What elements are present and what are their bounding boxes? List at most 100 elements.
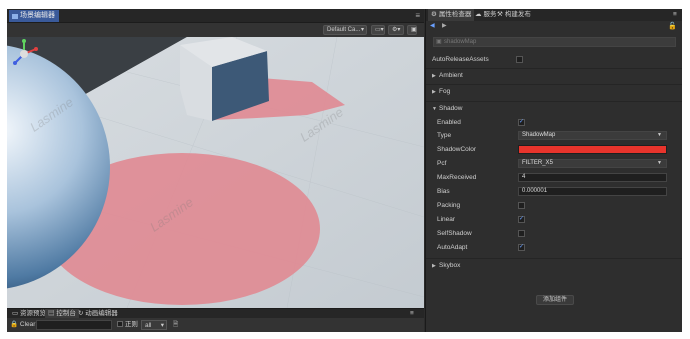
document-icon[interactable]: 🗎 xyxy=(173,320,178,330)
camera-select[interactable]: Default Ca... ▾ xyxy=(323,25,367,35)
section-title: Fog xyxy=(439,88,451,95)
view-mode-button[interactable]: ▭▾ xyxy=(371,25,385,35)
console-search-input[interactable] xyxy=(36,320,112,330)
auto-release-checkbox[interactable] xyxy=(516,56,523,63)
packing-checkbox[interactable] xyxy=(518,202,525,209)
component-name-value: shadowMap xyxy=(444,39,477,45)
type-select[interactable]: ShadowMap ▼ xyxy=(518,131,667,140)
pcf-select[interactable]: FILTER_X5 ▼ xyxy=(518,159,667,168)
inspector-panel: ⚙ 属性检查器 ☁ 服务 ⚒ 构建发布 ≡ ◀ ▶ 🔓 ▣ shadowMap … xyxy=(425,9,682,332)
console-icon: ▤ xyxy=(48,310,55,317)
bias-row: Bias 0.000001 xyxy=(426,185,682,199)
regex-checkbox[interactable] xyxy=(117,321,123,328)
packing-row: Packing xyxy=(426,199,682,213)
tab-label: 属性检查器 xyxy=(438,11,472,18)
clear-button[interactable]: 🔒 Clear xyxy=(10,320,35,330)
scene-menu-icon[interactable]: ≡ xyxy=(415,11,420,21)
max-received-row: MaxReceived 4 xyxy=(426,171,682,185)
type-label: Type xyxy=(437,132,452,139)
linear-label: Linear xyxy=(437,216,456,223)
bias-label: Bias xyxy=(437,188,450,195)
pcf-label: Pcf xyxy=(437,160,447,167)
chevron-down-icon: ▾ xyxy=(160,322,164,329)
chevron-right-icon: ▶ xyxy=(432,89,436,95)
chevron-right-icon: ▶ xyxy=(432,73,436,79)
linear-row: Linear ✓ xyxy=(426,213,682,227)
section-shadow[interactable]: ▼ Shadow xyxy=(426,101,682,115)
shadow-color-label: ShadowColor xyxy=(437,146,477,153)
chevron-down-icon: ▾ xyxy=(360,27,364,33)
lock-icon[interactable]: 🔓 xyxy=(668,22,677,30)
console-tabbar: ▭ 资源预览 ▤ 控制台 ↻ 动画编辑器 ≡ xyxy=(7,308,424,319)
regex-toggle[interactable]: 正则 xyxy=(117,320,138,330)
filter-select[interactable]: all ▾ xyxy=(141,320,167,330)
tab-build[interactable]: ⚒ 构建发布 xyxy=(494,9,534,21)
self-shadow-label: SelfShadow xyxy=(437,230,472,237)
folder-icon: ▭ xyxy=(12,310,19,317)
chevron-down-icon: ▼ xyxy=(432,106,437,112)
section-title: Shadow xyxy=(439,105,463,112)
section-title: Skybox xyxy=(439,262,461,269)
shadow-color-row: ShadowColor xyxy=(426,143,682,157)
filter-value: all xyxy=(145,322,152,329)
tab-label: 资源预览 xyxy=(19,310,46,317)
shadow-type-row: Type ShadowMap ▼ xyxy=(426,129,682,143)
cloud-icon: ☁ xyxy=(475,11,482,18)
tab-label: 构建发布 xyxy=(504,11,531,18)
inspector-nav: ◀ ▶ 🔓 xyxy=(426,21,682,33)
max-received-label: MaxReceived xyxy=(437,174,477,181)
lock-icon: 🔒 xyxy=(10,321,19,328)
gear-icon[interactable]: ⚙▾ xyxy=(388,25,404,35)
camera-select-value: Default Ca... xyxy=(327,27,361,33)
section-skybox[interactable]: ▶ Skybox xyxy=(426,258,682,272)
checkbox-icon: ▣ xyxy=(436,39,442,45)
orientation-gizmo[interactable] xyxy=(7,37,41,71)
scene-toolbar: Default Ca... ▾ ▭▾ ⚙▾ ▣ xyxy=(7,23,424,37)
auto-release-row: AutoReleaseAssets xyxy=(426,53,682,67)
scene-tabbar: 场景编辑器 ≡ xyxy=(7,9,424,23)
forward-arrow-icon[interactable]: ▶ xyxy=(442,22,447,29)
wrench-icon: ⚒ xyxy=(497,11,503,18)
auto-adapt-checkbox[interactable]: ✓ xyxy=(518,244,525,251)
scene-viewport[interactable]: Lasmine Lasmine Lasmine xyxy=(7,37,424,308)
linear-checkbox[interactable]: ✓ xyxy=(518,216,525,223)
self-shadow-row: SelfShadow xyxy=(426,227,682,241)
tab-scene-editor[interactable]: 场景编辑器 xyxy=(9,10,59,22)
scene-tab-label: 场景编辑器 xyxy=(20,12,55,19)
self-shadow-checkbox[interactable] xyxy=(518,230,525,237)
add-component-button[interactable]: 添加组件 xyxy=(536,295,574,305)
tab-label: 动画编辑器 xyxy=(85,310,118,317)
inspector-tabbar: ⚙ 属性检查器 ☁ 服务 ⚒ 构建发布 ≡ xyxy=(426,9,682,21)
animation-icon: ↻ xyxy=(78,310,84,317)
shadow-pcf-row: Pcf FILTER_X5 ▼ xyxy=(426,157,682,171)
tab-inspector[interactable]: ⚙ 属性检查器 xyxy=(428,9,475,21)
editor-window: 场景编辑器 ≡ Default Ca... ▾ ▭▾ ⚙▾ ▣ Lasmine … xyxy=(7,9,682,332)
section-title: Ambient xyxy=(439,72,463,79)
chevron-down-icon: ▼ xyxy=(657,132,662,138)
clear-label: Clear xyxy=(19,321,36,328)
inspector-menu-icon[interactable]: ≡ xyxy=(670,9,680,21)
component-name-field[interactable]: ▣ shadowMap xyxy=(433,37,676,47)
auto-adapt-row: AutoAdapt ✓ xyxy=(426,241,682,255)
grid-toggle-button[interactable]: ▣ xyxy=(407,25,417,35)
chevron-down-icon: ▼ xyxy=(657,160,662,166)
auto-adapt-label: AutoAdapt xyxy=(437,244,468,251)
console-toolbar: 🔒 Clear 正则 all ▾ 🗎 xyxy=(7,318,424,332)
type-value: ShadowMap xyxy=(522,132,556,138)
gear-icon: ⚙ xyxy=(431,11,437,18)
enabled-checkbox[interactable]: ✓ xyxy=(518,119,525,126)
back-arrow-icon[interactable]: ◀ xyxy=(430,22,435,29)
section-ambient[interactable]: ▶ Ambient xyxy=(426,68,682,82)
packing-label: Packing xyxy=(437,202,461,209)
scene-render xyxy=(7,37,424,308)
pcf-value: FILTER_X5 xyxy=(522,160,553,166)
shadow-enabled-row: Enabled ✓ xyxy=(426,116,682,130)
section-fog[interactable]: ▶ Fog xyxy=(426,84,682,98)
bias-input[interactable]: 0.000001 xyxy=(518,187,667,196)
enabled-label: Enabled xyxy=(437,119,461,126)
tab-label: 控制台 xyxy=(56,310,76,317)
regex-label: 正则 xyxy=(124,321,138,328)
chevron-right-icon: ▶ xyxy=(432,263,436,269)
max-received-input[interactable]: 4 xyxy=(518,173,667,182)
shadow-color-swatch[interactable] xyxy=(518,145,667,154)
